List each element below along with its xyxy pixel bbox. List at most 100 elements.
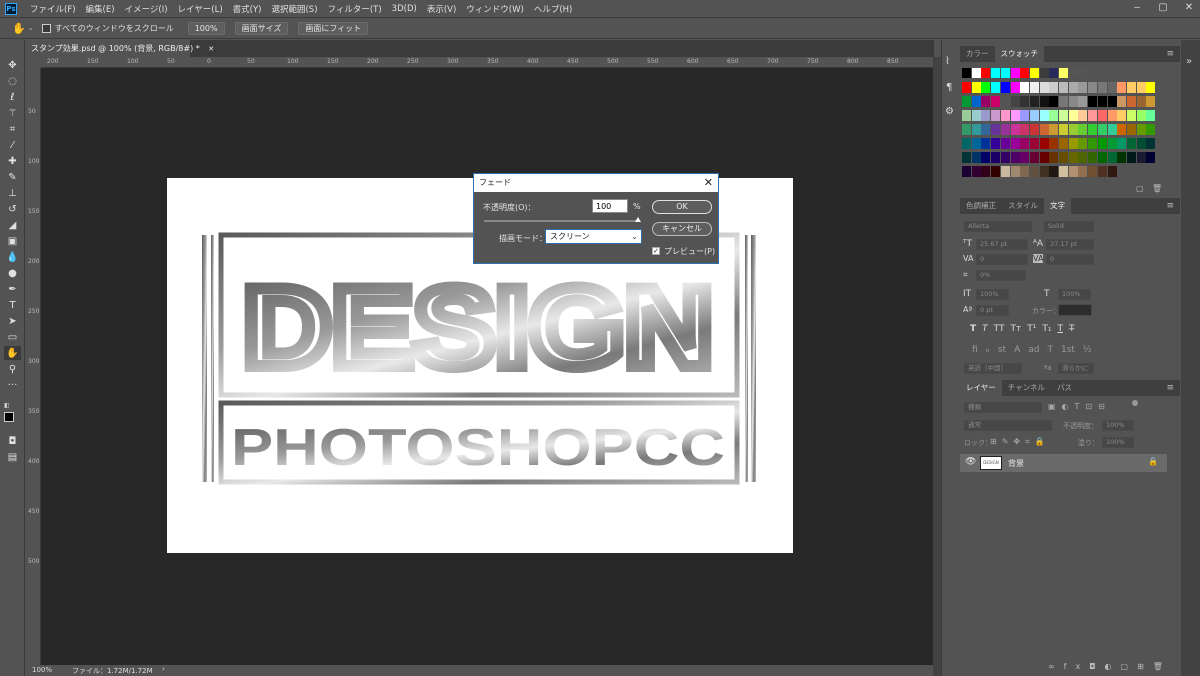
swatch[interactable]: [971, 96, 981, 107]
swatch[interactable]: [1146, 138, 1156, 149]
swatch[interactable]: [1097, 110, 1107, 121]
swatch[interactable]: [1029, 152, 1039, 163]
pen-tool-icon[interactable]: ✒: [4, 282, 21, 296]
font-family-field[interactable]: Allerta: [964, 221, 1032, 232]
swatch[interactable]: [1029, 124, 1039, 135]
swatch[interactable]: [991, 96, 1001, 107]
panel-menu-icon[interactable]: ≡: [1166, 49, 1174, 59]
swatch[interactable]: [1000, 82, 1010, 93]
swatch[interactable]: [1020, 138, 1030, 149]
swatch[interactable]: [1117, 124, 1127, 135]
tracking-field[interactable]: 0: [1046, 254, 1094, 265]
layer-name[interactable]: 背景: [1008, 458, 1024, 469]
blur-tool-icon[interactable]: 💧: [4, 250, 21, 264]
swatch[interactable]: [1078, 82, 1088, 93]
swatch[interactable]: [1000, 166, 1010, 177]
quick-mask-icon[interactable]: ◘: [4, 434, 21, 448]
swatch[interactable]: [1097, 82, 1107, 93]
swatch[interactable]: [1078, 110, 1088, 121]
swatch[interactable]: [1107, 152, 1117, 163]
swatch[interactable]: [1010, 124, 1020, 135]
swatch[interactable]: [1029, 68, 1039, 78]
swash-button[interactable]: A: [1014, 345, 1020, 357]
swatch[interactable]: [1136, 138, 1146, 149]
swatch-grid[interactable]: [962, 68, 1158, 192]
swatch[interactable]: [1126, 138, 1136, 149]
swatch[interactable]: [1039, 166, 1049, 177]
swatch[interactable]: [1068, 166, 1078, 177]
swatch[interactable]: [1049, 68, 1059, 78]
crop-tool-icon[interactable]: ⌗: [4, 122, 21, 136]
swatch[interactable]: [1136, 124, 1146, 135]
swatch[interactable]: [1020, 166, 1030, 177]
menu-file[interactable]: ファイル(F): [25, 3, 81, 15]
paragraph-panel-icon[interactable]: ¶: [946, 82, 952, 93]
layer-opacity-field[interactable]: 100%: [1102, 420, 1134, 431]
status-menu-arrow[interactable]: ›: [162, 665, 165, 673]
swatch[interactable]: [1097, 138, 1107, 149]
tab-channels[interactable]: チャンネル: [1002, 380, 1051, 396]
clone-stamp-tool-icon[interactable]: ⊥: [4, 186, 21, 200]
swatch[interactable]: [1049, 166, 1059, 177]
new-swatch-icon[interactable]: ▢: [1136, 184, 1144, 193]
panel-menu-icon[interactable]: ≡: [1166, 383, 1174, 393]
ligatures-button[interactable]: fi: [972, 345, 978, 357]
fill-screen-button[interactable]: 画面にフィット: [298, 21, 369, 35]
swatch[interactable]: [1000, 152, 1010, 163]
swatch[interactable]: [1088, 82, 1098, 93]
eraser-tool-icon[interactable]: ◢: [4, 218, 21, 232]
zoom-tool-icon[interactable]: ⚲: [4, 362, 21, 376]
swatch[interactable]: [1049, 96, 1059, 107]
swatch[interactable]: [981, 152, 991, 163]
swatch[interactable]: [971, 124, 981, 135]
tab-layers[interactable]: レイヤー: [960, 380, 1002, 396]
layer-filter-icons[interactable]: ▣◐T⊡⊟: [1048, 402, 1111, 411]
swatch[interactable]: [1049, 124, 1059, 135]
swatch[interactable]: [1078, 68, 1088, 78]
fractions-button[interactable]: ½: [1083, 345, 1092, 357]
swatch[interactable]: [981, 68, 991, 78]
menu-window[interactable]: ウィンドウ(W): [461, 3, 529, 15]
eyedropper-tool-icon[interactable]: ⁄: [4, 138, 21, 152]
font-size-field[interactable]: 25.67 pt: [976, 239, 1028, 250]
superscript-button[interactable]: T¹: [1027, 324, 1036, 336]
text-color-swatch[interactable]: [1058, 304, 1092, 316]
swatch[interactable]: [1000, 138, 1010, 149]
kerning-field[interactable]: 0: [976, 254, 1028, 265]
language-field[interactable]: 英語（中国）: [964, 363, 1022, 374]
swatch[interactable]: [1078, 152, 1088, 163]
layer-filter-field[interactable]: 種類: [964, 402, 1042, 413]
swatch[interactable]: [962, 138, 971, 149]
swatch[interactable]: [1117, 152, 1127, 163]
swatch[interactable]: [971, 166, 981, 177]
swatch[interactable]: [962, 110, 971, 121]
swatch[interactable]: [1039, 82, 1049, 93]
swatch[interactable]: [1000, 124, 1010, 135]
swatch[interactable]: [991, 152, 1001, 163]
eye-icon[interactable]: 👁: [965, 457, 976, 467]
healing-brush-tool-icon[interactable]: ✚: [4, 154, 21, 168]
baseline-shift-field[interactable]: 0 pt: [976, 305, 1009, 316]
history-panel-icon[interactable]: ⌇: [945, 56, 950, 67]
swatch[interactable]: [962, 152, 971, 163]
tab-character[interactable]: 文字: [1044, 198, 1071, 214]
ordinals-button[interactable]: 1st: [1061, 345, 1075, 357]
blend-mode-field[interactable]: 通常: [964, 420, 1052, 431]
chevron-down-icon[interactable]: ⌄: [28, 24, 34, 32]
swatch[interactable]: [1136, 110, 1146, 121]
scroll-all-checkbox[interactable]: [41, 23, 51, 33]
opacity-slider-handle[interactable]: [635, 217, 641, 222]
menu-help[interactable]: ヘルプ(H): [529, 3, 578, 15]
swatch[interactable]: [1136, 96, 1146, 107]
filter-toggle-icon[interactable]: [1132, 400, 1138, 406]
swatch[interactable]: [1049, 82, 1059, 93]
swatch[interactable]: [1029, 96, 1039, 107]
swatch[interactable]: [1059, 138, 1068, 149]
vertical-scale-field[interactable]: 100%: [976, 289, 1009, 300]
close-tab-icon[interactable]: ✕: [208, 45, 214, 53]
small-caps-button[interactable]: Tт: [1010, 324, 1021, 336]
swatch[interactable]: [1000, 68, 1010, 78]
swatch[interactable]: [1000, 96, 1010, 107]
swatch[interactable]: [1068, 152, 1078, 163]
swatch[interactable]: [1059, 82, 1068, 93]
